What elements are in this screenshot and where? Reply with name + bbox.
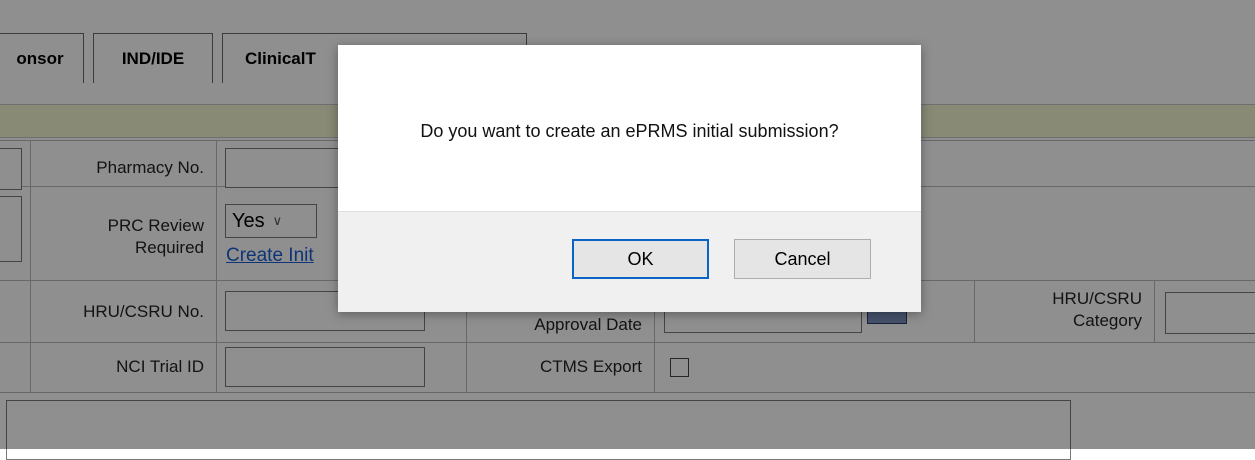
ok-button[interactable]: OK [572, 239, 709, 279]
cancel-button[interactable]: Cancel [734, 239, 871, 279]
confirm-dialog: Do you want to create an ePRMS initial s… [338, 45, 921, 312]
dialog-footer: OK Cancel [338, 211, 921, 312]
dialog-message: Do you want to create an ePRMS initial s… [420, 120, 839, 141]
